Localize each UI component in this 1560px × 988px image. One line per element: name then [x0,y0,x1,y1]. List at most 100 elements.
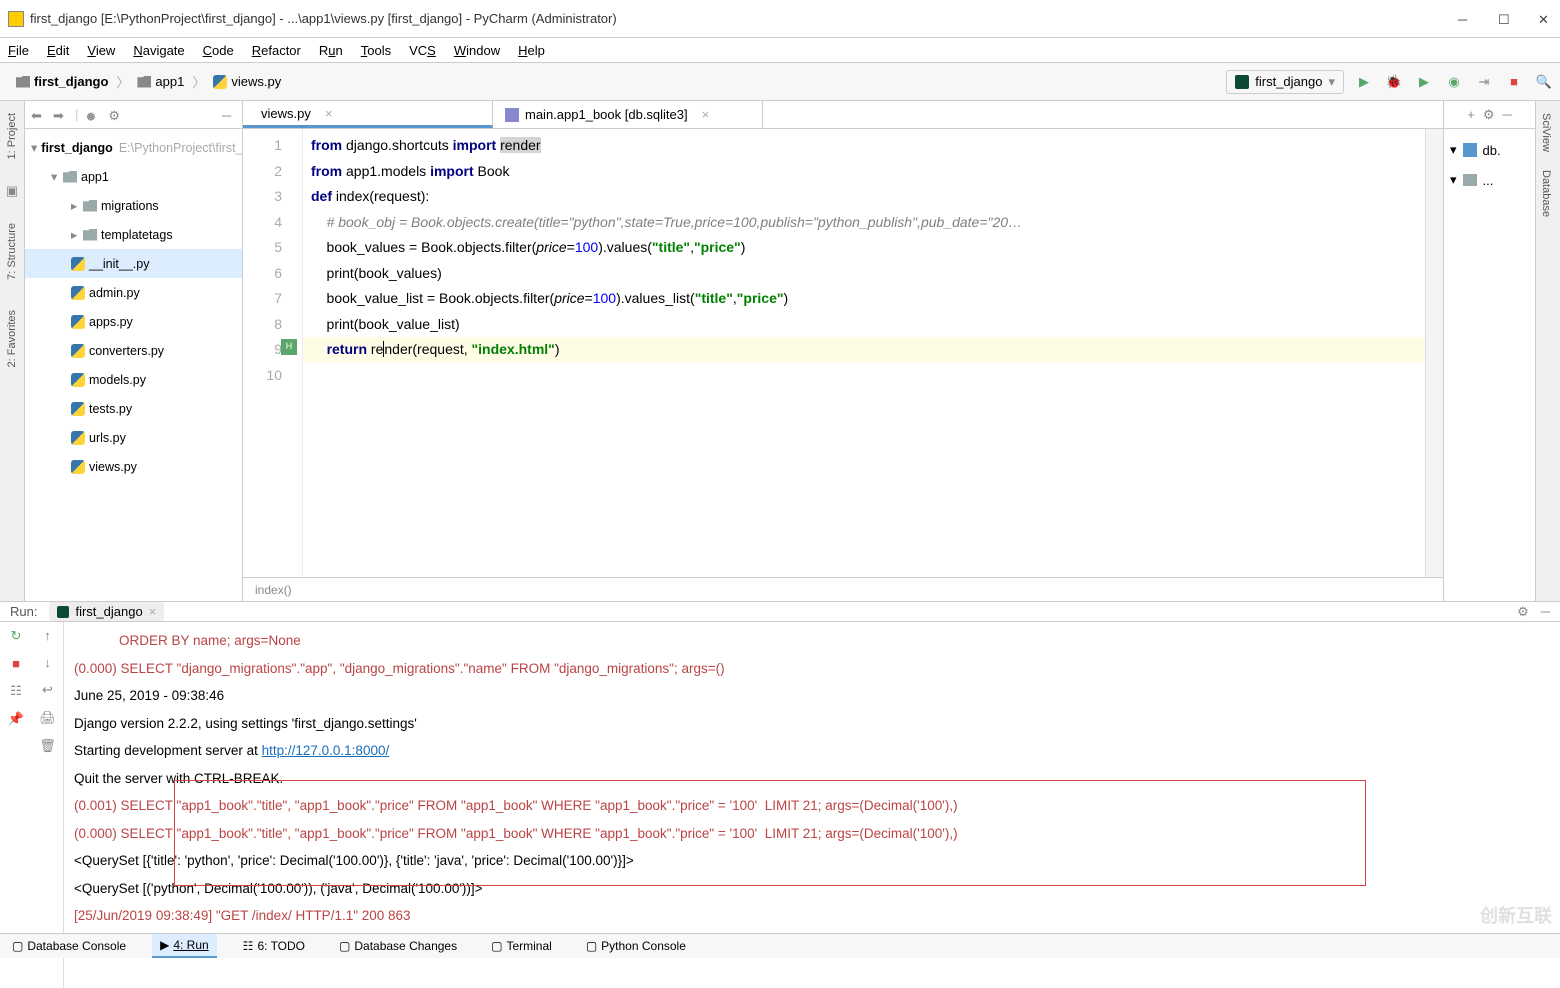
code-lines[interactable]: from django.shortcuts import render from… [303,129,1425,577]
output-line: Starting development server at http://12… [74,743,389,758]
tree-file[interactable]: converters.py [25,336,242,365]
menu-edit[interactable]: Edit [47,43,69,58]
menu-window[interactable]: Window [454,43,500,58]
tree-templatetags[interactable]: ▸templatetags [25,220,242,249]
hide-icon[interactable]: ─ [1503,107,1512,122]
tree-file[interactable]: views.py [25,452,242,481]
breadcrumb-file[interactable]: views.py [205,74,289,89]
settings-icon[interactable]: ⚙ [108,108,122,122]
tree-file[interactable]: urls.py [25,423,242,452]
menu-refactor[interactable]: Refactor [252,43,301,58]
project-tool-icon[interactable]: ▣ [6,183,18,199]
settings-icon[interactable]: ⚙ [1517,604,1529,620]
close-button[interactable]: ✕ [1538,12,1552,26]
editor-tabs: views.py × main.app1_book [db.sqlite3] × [243,101,1443,129]
database-tab[interactable]: Database [1536,164,1556,223]
run-config-tab[interactable]: first_django × [49,602,164,621]
gutter: 12345678910 H [243,129,303,577]
tree-migrations[interactable]: ▸migrations [25,191,242,220]
menu-file[interactable]: File [8,43,29,58]
menu-vcs[interactable]: VCS [409,43,436,58]
search-icon[interactable]: 🔍 [1536,74,1552,90]
stop-icon[interactable]: ■ [12,656,20,671]
expand-icon[interactable]: ➡ [53,108,67,122]
tree-file[interactable]: apps.py [25,307,242,336]
pin-icon[interactable]: 📌 [8,711,24,727]
gutter-mark-icon: H [281,339,297,355]
add-icon[interactable]: + [1467,107,1475,122]
down-icon[interactable]: ↓ [44,655,51,670]
right-panel: + ⚙ ─ ▾db. ▾... [1443,101,1535,601]
app-icon [8,11,24,27]
menubar: File Edit View Navigate Code Refactor Ru… [0,38,1560,63]
breadcrumb-text: index() [255,583,292,597]
output-line: (0.001) SELECT "app1_book"."title", "app… [74,798,958,813]
breadcrumb-app[interactable]: app1 [129,74,192,89]
show-options-icon[interactable]: 🞿 [86,108,100,122]
print-icon[interactable]: 🖨 [39,710,56,726]
run-coverage-button[interactable]: ▶ [1416,74,1432,90]
menu-run[interactable]: Run [319,43,343,58]
menu-view[interactable]: View [87,43,115,58]
menu-tools[interactable]: Tools [361,43,391,58]
layout-icon[interactable]: ☷ [10,683,22,699]
attach-button[interactable]: ⇥ [1476,74,1492,90]
run-config-name: first_django [1255,74,1322,89]
maximize-button[interactable]: ☐ [1498,12,1512,26]
tab-views[interactable]: views.py × [243,101,493,128]
minimap[interactable] [1425,129,1443,577]
close-icon[interactable]: × [149,604,157,619]
output-line: Django version 2.2.2, using settings 'fi… [74,716,417,731]
window-title: first_django [E:\PythonProject\first_dja… [30,11,1458,26]
stop-button[interactable]: ■ [1506,74,1522,90]
debug-button[interactable]: 🐞 [1386,74,1402,90]
tab-label: main.app1_book [db.sqlite3] [525,107,688,122]
output-line: <QuerySet [('python', Decimal('100.00'))… [74,881,483,896]
run-config-selector[interactable]: first_django ▾ [1226,70,1344,94]
output-line: ORDER BY name; args=None [74,633,301,648]
tree-file[interactable]: __init__.py [25,249,242,278]
project-tool-tab[interactable]: 1: Project [4,107,20,165]
menu-navigate[interactable]: Navigate [133,43,184,58]
trash-icon[interactable]: 🗑 [39,738,56,754]
left-tool-strip: 1: Project ▣ 7: Structure 2: Favorites [0,101,25,601]
rerun-icon[interactable]: ↻ [11,628,22,644]
breadcrumb-root[interactable]: first_django [8,74,116,89]
table-icon [505,108,519,122]
output-line: (0.000) SELECT "app1_book"."title", "app… [74,826,958,841]
settings-icon[interactable]: ⚙ [1483,107,1495,123]
close-icon[interactable]: × [325,106,333,121]
wrap-icon[interactable]: ↩ [42,682,53,698]
server-link[interactable]: http://127.0.0.1:8000/ [262,743,390,758]
structure-tool-tab[interactable]: 7: Structure [4,217,20,286]
menu-help[interactable]: Help [518,43,545,58]
up-icon[interactable]: ↑ [44,628,51,643]
tree-file[interactable]: models.py [25,365,242,394]
tree-app1[interactable]: ▾app1 [25,162,242,191]
output-line: June 25, 2019 - 09:38:46 [74,688,224,703]
hide-icon[interactable]: ─ [222,108,236,122]
close-icon[interactable]: × [702,107,710,122]
tree-file[interactable]: admin.py [25,278,242,307]
run-button[interactable]: ▶ [1356,74,1372,90]
output-line: Quit the server with CTRL-BREAK. [74,771,283,786]
navigation-bar: first_django 〉 app1 〉 views.py first_dja… [0,63,1560,101]
tree-file[interactable]: tests.py [25,394,242,423]
collapse-icon[interactable]: ⬅ [31,108,45,122]
run-output[interactable]: ORDER BY name; args=None (0.000) SELECT … [64,622,1560,988]
code-editor[interactable]: 12345678910 H from django.shortcuts impo… [243,129,1443,577]
profile-button[interactable]: ◉ [1446,74,1462,90]
django-icon [57,606,69,618]
chevron-right-icon: 〉 [192,72,205,91]
tab-db[interactable]: main.app1_book [db.sqlite3] × [493,101,763,128]
db-item[interactable]: ▾db. [1450,135,1529,165]
db-sub[interactable]: ▾... [1450,165,1529,195]
project-tree: ▾first_djangoE:\PythonProject\first_djan… [25,129,242,601]
menu-code[interactable]: Code [203,43,234,58]
minimize-button[interactable]: ─ [1458,12,1472,26]
sciview-tab[interactable]: SciView [1536,107,1556,158]
tree-root[interactable]: ▾first_djangoE:\PythonProject\first_djan… [25,133,242,162]
hide-icon[interactable]: ─ [1541,604,1550,619]
favorites-tool-tab[interactable]: 2: Favorites [4,304,20,373]
django-icon [1235,75,1249,89]
